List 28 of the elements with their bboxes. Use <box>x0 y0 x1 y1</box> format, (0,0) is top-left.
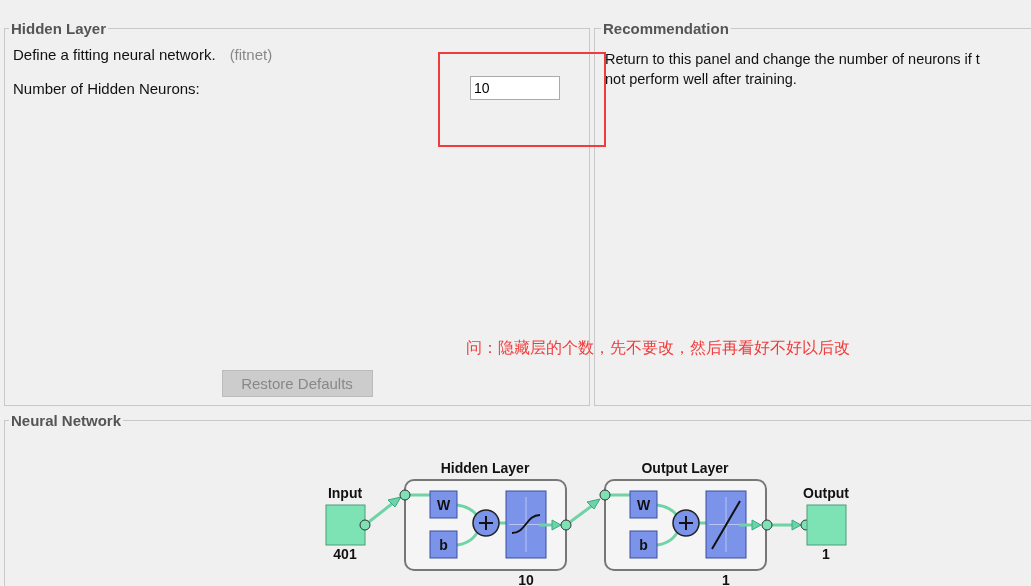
bias-block: b <box>629 530 658 559</box>
bias-block: b <box>429 530 458 559</box>
input-size: 401 <box>333 546 357 562</box>
panel-title: Hidden Layer <box>10 20 108 37</box>
transfer-function-block <box>705 490 747 559</box>
weight-block: W <box>629 490 658 519</box>
input-label: Input <box>327 485 363 501</box>
sum-node <box>672 509 700 537</box>
layer-size: 10 <box>518 572 534 586</box>
layer-size: 1 <box>722 572 730 586</box>
sum-node <box>472 509 500 537</box>
weight-block: W <box>429 490 458 519</box>
panel-title: Neural Network <box>10 412 123 429</box>
input-block <box>325 504 366 546</box>
annotation-text: 问：隐藏层的个数，先不要改，然后再看好不好以后改 <box>466 338 850 358</box>
neurons-label: Number of Hidden Neurons: <box>13 79 201 97</box>
function-name: (fitnet) <box>229 46 273 63</box>
description-text: Define a fitting neural network. <box>13 46 216 63</box>
output-label: Output <box>803 485 849 501</box>
output-size: 1 <box>822 546 830 562</box>
layer-title: Output Layer <box>641 460 729 476</box>
neurons-input-field[interactable]: 10 <box>470 76 560 100</box>
recommendation-text: not perform well after training. <box>605 70 798 89</box>
transfer-function-block <box>505 490 547 559</box>
output-block <box>806 504 847 546</box>
panel-title: Recommendation <box>602 20 730 37</box>
recommendation-text: Return to this panel and change the number of neurons if t <box>605 50 981 69</box>
layer-title: Hidden Layer <box>440 460 530 476</box>
